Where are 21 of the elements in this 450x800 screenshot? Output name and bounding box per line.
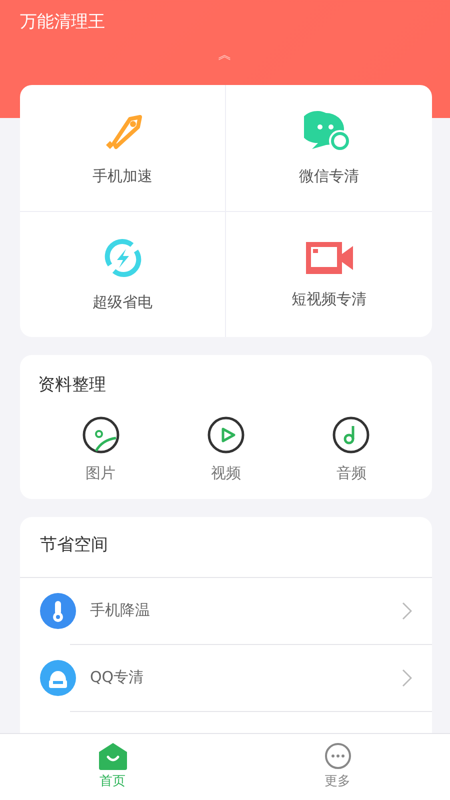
more-icon — [322, 742, 352, 770]
list-row[interactable]: QQ专清 — [20, 644, 432, 710]
play-icon — [206, 416, 245, 454]
music-note-icon — [332, 416, 370, 454]
tool-tile[interactable]: 超级省电 — [20, 212, 226, 337]
media-category[interactable]: 视频 — [200, 414, 251, 485]
tool-tile[interactable]: 短视频专清 — [226, 212, 432, 337]
media-category[interactable]: 音频 — [326, 414, 376, 485]
media-category[interactable]: 图片 — [76, 414, 126, 485]
list-row[interactable]: 手机降温 — [20, 578, 432, 644]
home-icon — [98, 742, 128, 770]
tool-tile[interactable]: 微信专清 — [226, 85, 432, 212]
nav-tab[interactable]: 更多 — [225, 734, 450, 800]
chevron-right-icon — [402, 602, 412, 620]
tool-tile[interactable]: 手机加速 — [20, 85, 226, 212]
chevron-right-icon — [402, 668, 412, 686]
image-icon — [82, 416, 120, 454]
app-title: 万能清理王 — [20, 11, 106, 34]
section-title: 资料整理 — [38, 374, 107, 397]
thermometer-icon — [40, 592, 76, 628]
section-title: 节省空间 — [39, 534, 109, 557]
